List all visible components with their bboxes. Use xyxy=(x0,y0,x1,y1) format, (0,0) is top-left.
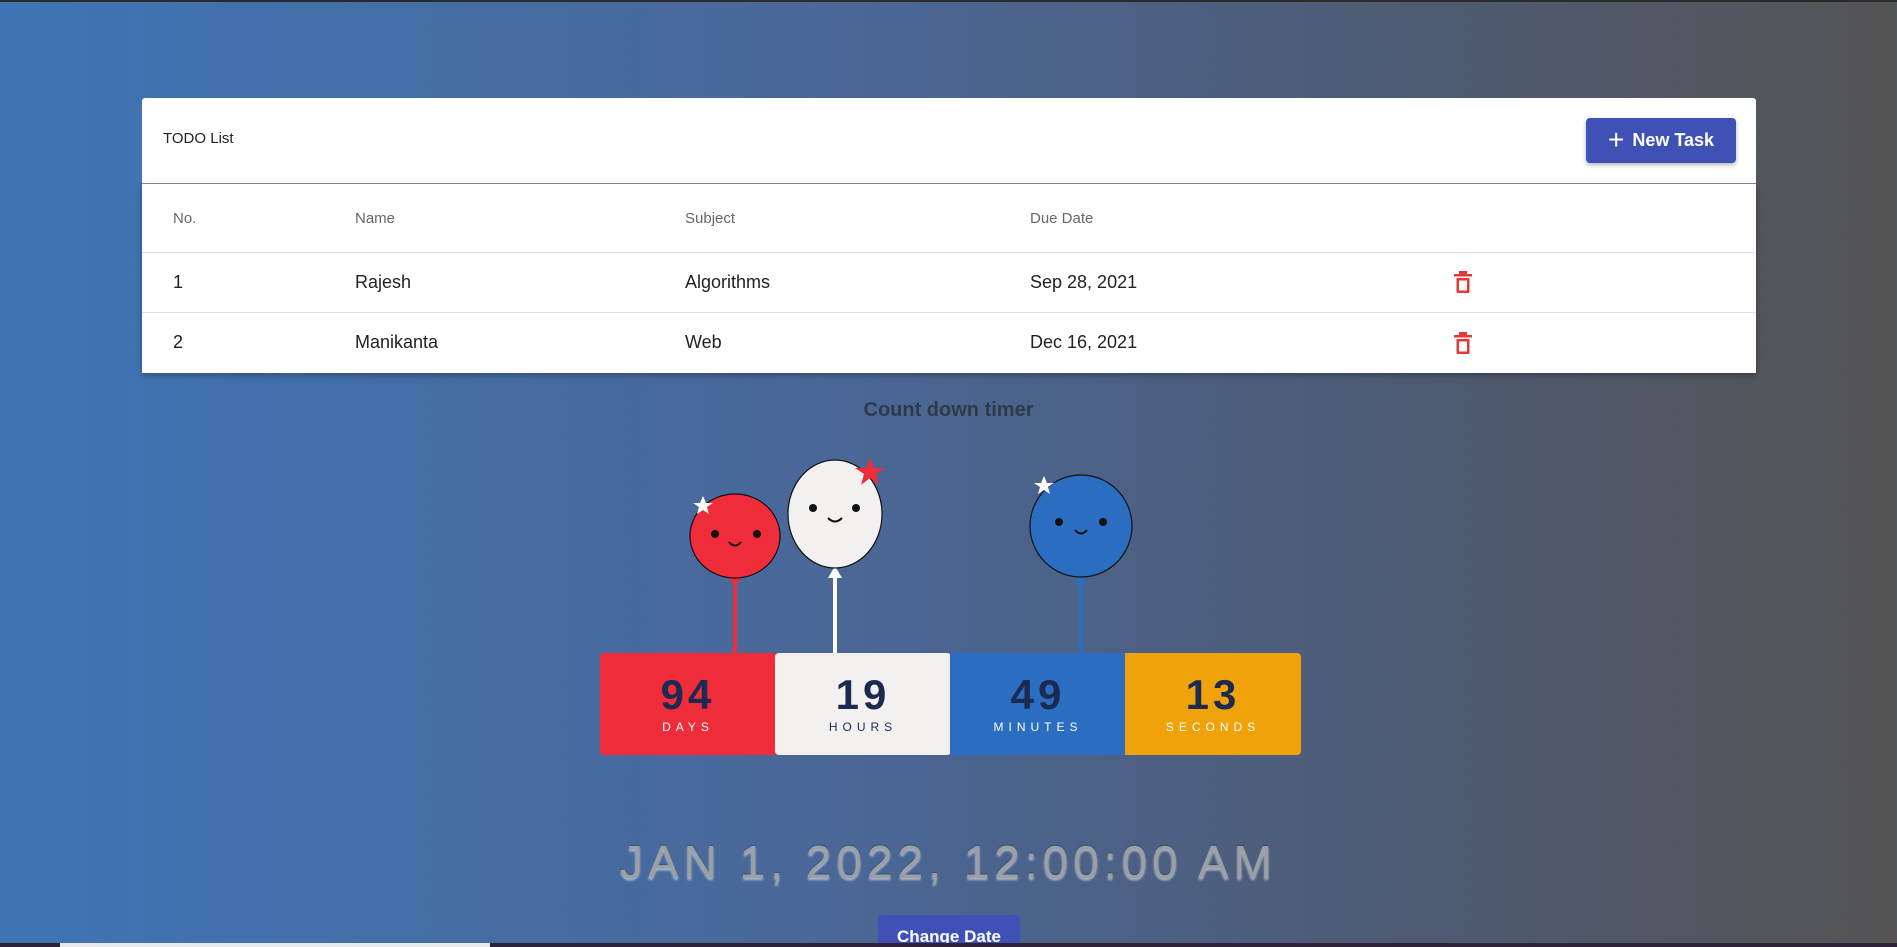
seconds-label: SECONDS xyxy=(1165,720,1261,734)
countdown-hours: 19 HOURS xyxy=(775,653,951,755)
hours-label: HOURS xyxy=(828,720,898,734)
days-value: 94 xyxy=(660,671,716,718)
window-top-border xyxy=(0,0,1897,2)
row-number: 1 xyxy=(173,271,184,292)
column-header-due-date: Due Date xyxy=(1030,209,1094,227)
countdown-days: 94 DAYS xyxy=(600,653,776,755)
row-subject: Web xyxy=(685,332,722,352)
minutes-value: 49 xyxy=(1010,671,1066,718)
target-date: JAN 1, 2022, 12:00:00 AM xyxy=(619,836,1278,888)
trash-icon xyxy=(1454,271,1472,293)
countdown-seconds: 13 SECONDS xyxy=(1125,653,1301,755)
blue-balloon-icon xyxy=(1029,474,1133,653)
row-subject: Algorithms xyxy=(685,271,771,292)
new-task-label: New Task xyxy=(1632,130,1715,150)
table-row: 1 Rajesh Algorithms Sep 28, 2021 xyxy=(142,252,1756,313)
todo-table: No. Name Subject Due Date 1 Rajesh Algor… xyxy=(142,184,1756,373)
countdown-boxes: 94 DAYS 19 HOURS 49 MINUTES 13 SECONDS xyxy=(600,653,1301,755)
row-due-date: Dec 16, 2021 xyxy=(1030,332,1138,352)
column-header-subject: Subject xyxy=(685,209,736,227)
row-name: Rajesh xyxy=(355,271,412,292)
table-row: 2 Manikanta Web Dec 16, 2021 xyxy=(142,312,1756,373)
column-header-no: No. xyxy=(173,209,197,227)
delete-button[interactable] xyxy=(1448,312,1478,373)
taskbar-strip xyxy=(0,943,1897,947)
hours-value: 19 xyxy=(835,671,891,718)
new-task-button[interactable]: + New Task xyxy=(1586,118,1736,163)
countdown-title: Count down timer xyxy=(863,399,1034,421)
delete-button[interactable] xyxy=(1448,252,1478,312)
table-header-row: No. Name Subject Due Date xyxy=(142,184,1756,253)
row-name: Manikanta xyxy=(355,332,439,352)
white-balloon-icon xyxy=(787,458,885,653)
row-number: 2 xyxy=(173,332,184,352)
plus-icon: + xyxy=(1607,123,1625,155)
column-header-name: Name xyxy=(355,209,396,227)
minutes-label: MINUTES xyxy=(993,720,1083,734)
row-due-date: Sep 28, 2021 xyxy=(1030,271,1138,292)
countdown-minutes: 49 MINUTES xyxy=(950,653,1126,755)
seconds-value: 13 xyxy=(1185,671,1241,718)
trash-icon xyxy=(1454,331,1472,354)
todo-title: TODO List xyxy=(163,130,234,147)
balloon-illustration xyxy=(689,458,1133,653)
taskbar-highlight xyxy=(60,943,490,947)
todo-card-header: TODO List + New Task xyxy=(142,98,1756,183)
red-balloon-icon xyxy=(689,493,781,653)
days-label: DAYS xyxy=(662,720,714,734)
